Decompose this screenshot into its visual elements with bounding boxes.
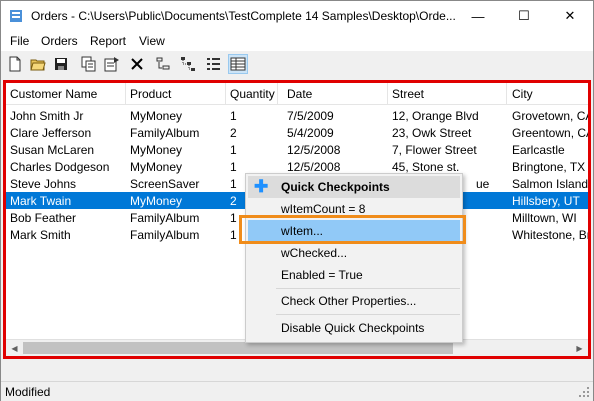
sort-icon[interactable] xyxy=(153,54,173,74)
menu-orders[interactable]: Orders xyxy=(41,34,78,48)
table-row[interactable]: John Smith Jr MyMoney 1 7/5/2009 12, Ora… xyxy=(6,107,588,124)
window-title: Orders - C:\Users\Public\Documents\TestC… xyxy=(31,9,456,23)
cell-customer: Susan McLaren xyxy=(10,143,95,157)
cell-product: MyMoney xyxy=(130,109,183,123)
cell-quantity: 2 xyxy=(230,126,237,140)
cell-city: Grovetown, CA xyxy=(512,109,588,123)
cell-product: FamilyAlbum xyxy=(130,228,200,242)
scroll-left-icon[interactable]: ◀ xyxy=(6,340,23,356)
cell-product: ScreenSaver xyxy=(130,177,200,191)
cell-city: Earlcastle xyxy=(512,143,565,157)
menu-separator xyxy=(276,314,460,315)
cell-customer: Mark Twain xyxy=(10,194,72,208)
toolbar xyxy=(1,51,593,77)
menu-item-wchecked[interactable]: wChecked... xyxy=(248,242,460,264)
menu-file[interactable]: File xyxy=(10,34,29,48)
column-divider[interactable] xyxy=(277,83,278,105)
menu-item-check-other-properties[interactable]: Check Other Properties... xyxy=(248,290,460,312)
menu-item-enabled[interactable]: Enabled = True xyxy=(248,264,460,286)
witem-highlight-frame xyxy=(239,215,466,244)
column-quantity[interactable]: Quantity xyxy=(230,87,275,101)
orders-window: Orders - C:\Users\Public\Documents\TestC… xyxy=(0,0,594,401)
grid-header: Customer Name Product Quantity Date Stre… xyxy=(6,83,588,105)
cell-customer: Bob Feather xyxy=(10,211,77,225)
menu-bar: File Orders Report View xyxy=(1,31,593,51)
cell-street: 45, Stone st. xyxy=(392,160,460,174)
menu-report[interactable]: Report xyxy=(90,34,126,48)
column-divider[interactable] xyxy=(225,83,226,105)
cell-street: 23, Owk Street xyxy=(392,126,472,140)
cell-city: Whitestone, Britis xyxy=(512,228,588,242)
delete-icon[interactable] xyxy=(127,54,147,74)
table-row[interactable]: Clare Jefferson FamilyAlbum 2 5/4/2009 2… xyxy=(6,124,588,141)
menu-item-label: Check Other Properties... xyxy=(281,294,417,308)
close-button[interactable]: ✕ xyxy=(547,1,593,31)
quick-checkpoints-menu: ✚ Quick Checkpoints wItemCount = 8 wItem… xyxy=(245,173,463,343)
cell-street: 12, Orange Blvd xyxy=(392,109,479,123)
cell-city: Salmon Island xyxy=(512,177,588,191)
properties-icon[interactable] xyxy=(102,54,122,74)
cell-city: Milltown, WI xyxy=(512,211,577,225)
column-divider[interactable] xyxy=(387,83,388,105)
menu-item-label: Disable Quick Checkpoints xyxy=(281,321,425,335)
menu-separator xyxy=(276,288,460,289)
table-row[interactable]: Susan McLaren MyMoney 1 12/5/2008 7, Flo… xyxy=(6,141,588,158)
menu-item-disable-quick-checkpoints[interactable]: Disable Quick Checkpoints xyxy=(248,317,460,339)
app-icon xyxy=(10,10,22,22)
menu-item-label: wChecked... xyxy=(281,246,348,260)
cell-city: Bringtone, TX xyxy=(512,160,586,174)
cell-quantity: 1 xyxy=(230,160,237,174)
column-city[interactable]: City xyxy=(512,87,533,101)
cell-product: MyMoney xyxy=(130,143,183,157)
tree-icon[interactable] xyxy=(178,54,198,74)
menu-header-label: Quick Checkpoints xyxy=(281,180,390,194)
cell-quantity: 1 xyxy=(230,143,237,157)
cell-date: 7/5/2009 xyxy=(287,109,334,123)
cell-city: Greentown, CA xyxy=(512,126,588,140)
details-icon[interactable] xyxy=(228,54,248,74)
column-divider[interactable] xyxy=(125,83,126,105)
save-icon[interactable] xyxy=(51,54,71,74)
plus-icon: ✚ xyxy=(254,177,269,196)
column-date[interactable]: Date xyxy=(287,87,312,101)
cell-customer: Clare Jefferson xyxy=(10,126,92,140)
cell-customer: Steve Johns xyxy=(10,177,77,191)
cell-street: ue xyxy=(476,177,490,191)
cell-product: FamilyAlbum xyxy=(130,211,200,225)
copy-icon[interactable] xyxy=(79,54,99,74)
cell-date: 5/4/2009 xyxy=(287,126,334,140)
scrollbar-thumb[interactable] xyxy=(23,342,453,354)
menu-item-label: wItemCount = 8 xyxy=(281,202,366,216)
cell-customer: Mark Smith xyxy=(10,228,71,242)
column-product[interactable]: Product xyxy=(130,87,171,101)
cell-product: MyMoney xyxy=(130,194,183,208)
cell-street: 7, Flower Street xyxy=(392,143,477,157)
resize-grip-icon[interactable] xyxy=(578,386,590,398)
menu-view[interactable]: View xyxy=(139,34,165,48)
open-icon[interactable] xyxy=(28,54,48,74)
cell-customer: Charles Dodgeson xyxy=(10,160,110,174)
maximize-button[interactable]: ☐ xyxy=(501,1,547,31)
column-street[interactable]: Street xyxy=(392,87,424,101)
cell-product: FamilyAlbum xyxy=(130,126,200,140)
cell-customer: John Smith Jr xyxy=(10,109,84,123)
status-bar: Modified xyxy=(1,381,593,401)
quick-checkpoints-header[interactable]: ✚ Quick Checkpoints xyxy=(248,176,460,198)
column-divider[interactable] xyxy=(506,83,507,105)
cell-date: 12/5/2008 xyxy=(287,160,341,174)
column-customer-name[interactable]: Customer Name xyxy=(10,87,97,101)
cell-quantity: 1 xyxy=(230,109,237,123)
minimize-button[interactable]: — xyxy=(455,1,501,31)
new-icon[interactable] xyxy=(5,54,25,74)
cell-date: 12/5/2008 xyxy=(287,143,341,157)
cell-product: MyMoney xyxy=(130,160,183,174)
menu-item-label: Enabled = True xyxy=(281,268,363,282)
list-icon[interactable] xyxy=(204,54,224,74)
cell-city: Hillsbery, UT xyxy=(512,194,580,208)
title-bar[interactable]: Orders - C:\Users\Public\Documents\TestC… xyxy=(1,1,593,31)
status-text: Modified xyxy=(5,385,51,399)
scroll-right-icon[interactable]: ▶ xyxy=(571,340,588,356)
